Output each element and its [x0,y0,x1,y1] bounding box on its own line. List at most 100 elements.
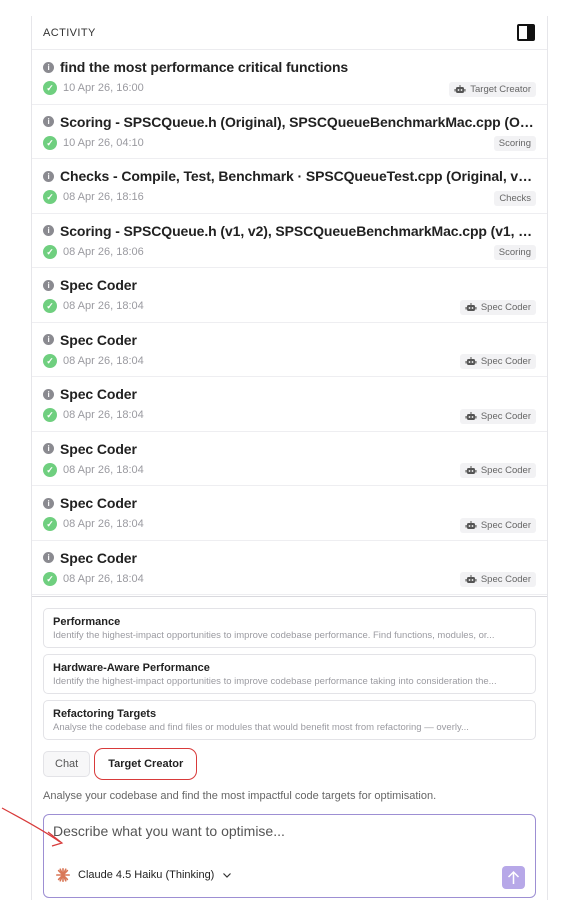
activity-item-time: 08 Apr 26, 18:16 [63,191,144,203]
check-circle-icon: ✓ [43,244,57,259]
activity-item-title-row: i Spec Coder [43,550,536,566]
activity-item-badge-label: Spec Coder [480,465,531,476]
activity-item-time: 08 Apr 26, 18:04 [63,463,144,476]
check-circle-icon: ✓ [43,190,57,204]
mode-description: Analyse your codebase and find the most … [43,790,437,802]
check-circle-icon: ✓ [43,81,57,95]
suggestion-description: Identify the highest-impact opportunitie… [53,630,495,641]
activity-item-title: Spec Coder [60,549,137,566]
activity-item-title-row: i Spec Coder [43,441,536,457]
tab-chat[interactable]: Chat [43,751,91,777]
activity-panel: ACTIVITY i find the most performance crit… [31,16,548,900]
tab-target-creator[interactable]: Target Creator [94,748,198,780]
activity-item[interactable]: i Spec Coder ✓ 08 Apr 26, 18:04 Spec Coder [32,377,547,432]
activity-item-title: Spec Coder [60,495,137,511]
activity-item-meta: ✓ 10 Apr 26, 04:10 [43,135,536,150]
activity-item-time: 08 Apr 26, 18:04 [63,354,144,367]
activity-item[interactable]: i Spec Coder ✓ 08 Apr 26, 18:04 Spec Coder [32,541,547,595]
check-circle-icon: ✓ [43,517,57,531]
info-icon: i [43,334,54,345]
robot-icon [454,84,466,94]
claude-sparkle-icon [56,868,70,882]
activity-item-badge: Spec Coder [459,463,536,478]
arrow-up-icon [507,870,520,884]
activity-item-title: Spec Coder [60,440,137,457]
info-icon: i [43,279,54,291]
mode-tabs: Chat Target Creator [32,746,547,780]
activity-item[interactable]: i find the most performance critical func… [32,50,547,105]
robot-icon [465,575,477,584]
activity-item-meta: ✓ 08 Apr 26, 18:16 [43,190,536,204]
send-button[interactable] [502,866,525,889]
activity-item-badge: Spec Coder [459,408,536,424]
suggestion-list: Performance Identify the highest-impact o… [32,597,547,740]
activity-item-badge: Spec Coder [459,299,536,315]
activity-item-badge: Spec Coder [459,354,536,369]
info-icon: i [43,116,54,127]
activity-item[interactable]: i Checks - Compile, Test, Benchmark · SPS… [32,159,547,214]
info-icon: i [43,225,54,236]
chevron-down-icon [223,873,232,878]
activity-item-time: 08 Apr 26, 18:06 [63,245,144,258]
activity-item-badge: Checks [494,190,536,206]
activity-item-title: Spec Coder [60,277,137,293]
activity-item-badge-label: Target Creator [470,83,531,95]
panel-right-icon[interactable] [517,24,535,41]
model-label: Claude 4.5 Haiku (Thinking) [78,869,215,881]
suggestion-title: Refactoring Targets [53,708,157,720]
info-icon: i [43,552,54,563]
suggestion-card[interactable]: Refactoring Targets Analyse the codebase … [43,700,536,740]
check-circle-icon: ✓ [43,571,57,586]
activity-item-time: 08 Apr 26, 18:04 [63,518,144,530]
activity-item-time: 08 Apr 26, 18:04 [63,572,144,585]
activity-item-title: Spec Coder [60,386,137,402]
robot-icon [465,302,477,312]
suggestion-card[interactable]: Performance Identify the highest-impact o… [43,608,536,648]
suggestion-title: Performance [53,616,121,628]
activity-list: i find the most performance critical func… [32,50,547,595]
suggestion-description: Identify the highest-impact opportunitie… [53,676,497,687]
activity-item-title: Scoring - SPSCQueue.h (v1, v2), SPSCQueu… [60,222,536,239]
activity-item[interactable]: i Spec Coder ✓ 08 Apr 26, 18:04 Spec Coder [32,486,547,541]
robot-icon [465,466,477,475]
activity-item[interactable]: i Spec Coder ✓ 08 Apr 26, 18:04 Spec Coder [32,268,547,323]
activity-item-badge: Target Creator [449,81,536,97]
activity-item-badge-label: Spec Coder [480,410,531,422]
activity-title: ACTIVITY [43,26,96,39]
activity-item[interactable]: i Spec Coder ✓ 08 Apr 26, 18:04 Spec Coder [32,323,547,377]
check-circle-icon: ✓ [43,462,57,477]
activity-item-badge: Spec Coder [459,517,536,533]
suggestion-card[interactable]: Hardware-Aware Performance Identify the h… [43,654,536,694]
activity-item-title: Spec Coder [60,331,137,348]
activity-item-badge: Spec Coder [459,572,536,587]
activity-item-title: Scoring - SPSCQueue.h (Original), SPSCQu… [60,113,536,130]
activity-item-title-row: i Spec Coder [43,277,536,293]
activity-item-time: 10 Apr 26, 04:10 [63,136,144,149]
activity-item-badge-label: Spec Coder [480,356,531,367]
activity-item-time: 08 Apr 26, 18:04 [63,300,144,312]
activity-item-badge-label: Spec Coder [480,519,531,531]
activity-item-title: Checks - Compile, Test, Benchmark · SPSC… [60,168,536,184]
activity-item-meta: ✓ 08 Apr 26, 18:06 [43,244,536,259]
activity-item-badge-label: Scoring [498,247,531,258]
robot-icon [465,357,477,366]
suggestion-title: Hardware-Aware Performance [53,662,210,674]
prompt-input[interactable] [53,823,526,839]
info-icon: i [43,388,54,400]
activity-item[interactable]: i Scoring - SPSCQueue.h (v1, v2), SPSCQue… [32,214,547,268]
activity-item-badge-label: Scoring [498,138,531,149]
check-circle-icon: ✓ [43,353,57,368]
activity-item-title-row: i Checks - Compile, Test, Benchmark · SPS… [43,168,536,184]
activity-item-badge-label: Checks [499,192,531,204]
activity-item-title-row: i Scoring - SPSCQueue.h (v1, v2), SPSCQue… [43,223,536,239]
activity-item-title-row: i Spec Coder [43,332,536,348]
activity-item-badge-label: Spec Coder [480,301,531,313]
model-selector[interactable]: Claude 4.5 Haiku (Thinking) [56,868,232,882]
activity-item-time: 10 Apr 26, 16:00 [63,82,144,94]
robot-icon [465,411,477,421]
activity-item[interactable]: i Scoring - SPSCQueue.h (Original), SPSCQ… [32,105,547,159]
composer: Claude 4.5 Haiku (Thinking) [43,814,536,898]
activity-item[interactable]: i Spec Coder ✓ 08 Apr 26, 18:04 Spec Coder [32,432,547,486]
activity-item-badge: Scoring [493,245,536,260]
check-circle-icon: ✓ [43,408,57,422]
